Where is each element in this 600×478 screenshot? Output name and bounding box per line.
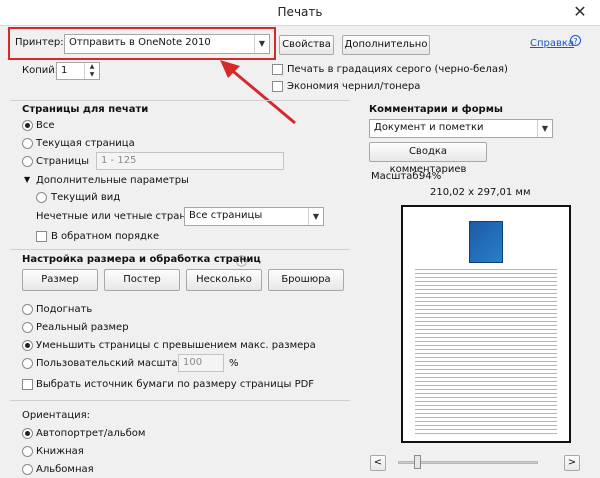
- landscape-label: Альбомная: [36, 464, 94, 475]
- tab-booklet[interactable]: Брошюра: [268, 269, 344, 291]
- tab-multiple[interactable]: Несколько: [186, 269, 262, 291]
- copies-label: Копий:: [22, 65, 59, 76]
- custom-scale-input[interactable]: 100: [178, 354, 224, 372]
- odd-even-value: Все страницы: [189, 210, 263, 221]
- auto-orientation-label: Автопортрет/альбом: [36, 428, 146, 439]
- comments-summary-button[interactable]: Сводка комментариев: [369, 142, 487, 175]
- portrait-label: Книжная: [36, 446, 84, 457]
- chevron-down-icon: ▼: [308, 208, 323, 225]
- landscape-radio[interactable]: [22, 464, 33, 475]
- current-view-radio[interactable]: [36, 192, 47, 203]
- current-view-label: Текущий вид: [51, 192, 121, 203]
- sizing-header: Настройка размера и обработка страниц: [22, 254, 261, 265]
- odd-even-select[interactable]: Все страницы ▼: [184, 207, 324, 226]
- next-page-button[interactable]: >: [564, 455, 580, 471]
- custom-scale-value: 100: [183, 357, 203, 368]
- advanced-button[interactable]: Дополнительно: [342, 35, 430, 55]
- book-cover-image: [469, 221, 503, 263]
- page-text-lines: [415, 269, 557, 437]
- save-ink-label: Экономия чернил/тонера: [287, 81, 421, 92]
- fit-label: Подогнать: [36, 304, 93, 315]
- portrait-radio[interactable]: [22, 446, 33, 457]
- expand-triangle-icon[interactable]: ▼: [24, 175, 30, 184]
- grayscale-label: Печать в градациях серого (черно-белая): [287, 64, 508, 75]
- tab-poster[interactable]: Постер: [104, 269, 180, 291]
- copies-value: 1: [61, 65, 68, 76]
- pages-header: Страницы для печати: [22, 104, 149, 115]
- annotation-arrow-icon: [220, 60, 296, 125]
- actual-size-radio[interactable]: [22, 322, 33, 333]
- divider: [10, 400, 350, 401]
- pages-radio[interactable]: [22, 156, 33, 167]
- close-icon[interactable]: ✕: [568, 2, 592, 22]
- shrink-radio[interactable]: [22, 340, 33, 351]
- custom-scale-label: Пользовательский масштаб:: [36, 358, 188, 369]
- shrink-label: Уменьшить страницы с превышением макс. р…: [36, 340, 316, 351]
- help-link[interactable]: Справка: [530, 38, 574, 49]
- reverse-checkbox[interactable]: [36, 231, 47, 242]
- stepper-icon[interactable]: ▲ ▼: [84, 63, 99, 79]
- help-icon[interactable]: ?: [570, 35, 581, 46]
- more-options-label[interactable]: Дополнительные параметры: [36, 175, 189, 186]
- divider: [10, 100, 350, 101]
- page-slider-thumb[interactable]: [414, 455, 421, 469]
- paper-source-checkbox[interactable]: [22, 379, 33, 390]
- properties-button[interactable]: Свойства: [279, 35, 334, 55]
- paper-source-label: Выбрать источник бумаги по размеру стран…: [36, 379, 315, 390]
- reverse-label: В обратном порядке: [51, 231, 160, 242]
- percent-label: %: [229, 358, 239, 369]
- preview-scale-label: Масштаб:: [371, 171, 422, 182]
- fit-radio[interactable]: [22, 304, 33, 315]
- divider: [10, 249, 350, 250]
- all-pages-radio[interactable]: [22, 120, 33, 131]
- copies-input[interactable]: 1 ▲ ▼: [56, 62, 100, 80]
- info-icon[interactable]: ⓘ: [236, 253, 247, 269]
- actual-size-label: Реальный размер: [36, 322, 129, 333]
- comments-select[interactable]: Документ и пометки ▼: [369, 119, 553, 138]
- chevron-down-icon: ▼: [537, 120, 552, 137]
- tab-size[interactable]: Размер: [22, 269, 98, 291]
- custom-scale-radio[interactable]: [22, 358, 33, 369]
- preview-dimensions: 210,02 x 297,01 мм: [430, 187, 531, 198]
- pages-range-input[interactable]: 1 - 125: [96, 152, 284, 170]
- auto-orientation-radio[interactable]: [22, 428, 33, 439]
- window-title: Печать: [277, 5, 323, 19]
- all-pages-label: Все: [36, 120, 55, 131]
- current-page-label: Текущая страница: [36, 138, 135, 149]
- pages-range-value: 1 - 125: [101, 155, 137, 166]
- current-page-radio[interactable]: [22, 138, 33, 149]
- comments-value: Документ и пометки: [374, 122, 484, 133]
- prev-page-button[interactable]: <: [370, 455, 386, 471]
- pages-label: Страницы: [36, 156, 90, 167]
- orientation-header: Ориентация:: [22, 410, 91, 421]
- comments-header: Комментарии и формы: [369, 104, 503, 115]
- preview-page: [401, 205, 571, 443]
- preview-scale-value: 94%: [419, 171, 442, 182]
- annotation-highlight: [8, 27, 276, 60]
